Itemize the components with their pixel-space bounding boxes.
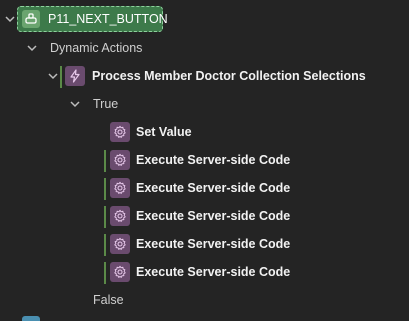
tree-node-action[interactable]: Set Value xyxy=(136,125,192,139)
gear-icon xyxy=(110,178,130,198)
lightning-bolt-icon xyxy=(65,66,85,86)
tree-guide-line xyxy=(104,234,106,256)
page-item-icon xyxy=(22,316,40,321)
button-icon xyxy=(22,10,40,28)
tree-view: P11_NEXT_BUTTON Dynamic Actions Process … xyxy=(0,0,409,321)
tree-node-dynamic-action[interactable]: Process Member Doctor Collection Selecti… xyxy=(92,69,366,83)
gear-icon xyxy=(110,262,130,282)
tree-node-action[interactable]: Execute Server-side Code xyxy=(136,237,290,251)
chevron-down-icon[interactable] xyxy=(26,42,38,54)
gear-icon xyxy=(110,122,130,142)
tree-guide-line xyxy=(104,262,106,284)
tree-node-action[interactable]: Execute Server-side Code xyxy=(136,181,290,195)
tree-node-action[interactable]: Execute Server-side Code xyxy=(136,265,290,279)
tree-node-action[interactable]: Execute Server-side Code xyxy=(136,153,290,167)
tree-guide-line xyxy=(104,178,106,200)
chevron-down-icon[interactable] xyxy=(4,13,16,25)
tree-guide-line xyxy=(104,150,106,172)
tree-guide-line xyxy=(104,206,106,228)
tree-node-action[interactable]: Execute Server-side Code xyxy=(136,209,290,223)
tree-node-false-branch[interactable]: False xyxy=(93,293,124,307)
gear-icon xyxy=(110,150,130,170)
chevron-down-icon[interactable] xyxy=(69,98,81,110)
tree-node-label: P11_NEXT_BUTTON xyxy=(48,12,168,26)
tree-guide-line xyxy=(60,66,62,88)
chevron-down-icon[interactable] xyxy=(47,70,59,82)
gear-icon xyxy=(110,234,130,254)
gear-icon xyxy=(110,206,130,226)
tree-node-true-branch[interactable]: True xyxy=(93,97,118,111)
tree-node-dynamic-actions[interactable]: Dynamic Actions xyxy=(50,41,142,55)
tree-node-p11-next-button[interactable]: P11_NEXT_BUTTON xyxy=(17,6,168,32)
